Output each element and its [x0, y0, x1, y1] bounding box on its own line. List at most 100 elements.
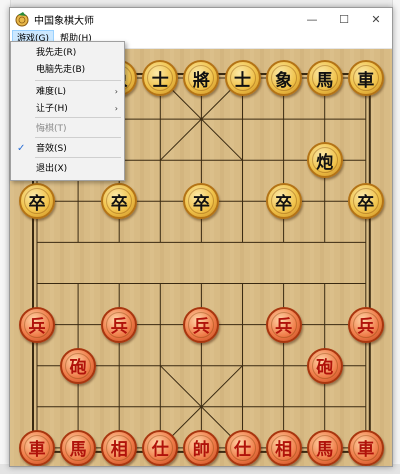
submenu-arrow-icon: › [114, 104, 118, 113]
background-window-right [392, 0, 400, 474]
menu-item[interactable]: 我先走(R) [11, 45, 124, 61]
wood-grain [290, 49, 294, 466]
maximize-button[interactable]: ☐ [328, 8, 360, 30]
window-title: 中国象棋大师 [34, 16, 94, 27]
piece-label: 卒 [28, 193, 46, 214]
piece-label: 士 [151, 70, 169, 91]
checkmark-icon: ✓ [17, 143, 26, 154]
red-piece[interactable]: 相 [265, 429, 302, 466]
wood-grain [230, 49, 234, 466]
piece-label: 車 [28, 440, 46, 461]
piece-label: 兵 [357, 317, 375, 338]
black-piece[interactable]: 車 [347, 60, 384, 96]
wood-grain [260, 49, 264, 466]
piece-label: 卒 [275, 193, 293, 214]
menu-separator [35, 157, 121, 158]
minimize-button[interactable]: — [296, 8, 328, 30]
wood-grain [220, 49, 224, 466]
menu-item-label: 退出(X) [36, 164, 68, 174]
red-piece[interactable]: 仕 [224, 429, 261, 466]
menu-separator [35, 137, 121, 138]
wood-grain [170, 49, 174, 466]
wood-grain [300, 49, 304, 466]
wood-grain [390, 49, 392, 466]
titlebar: 中国象棋大师 — ☐ ✕ [10, 8, 392, 30]
piece-label: 士 [234, 70, 251, 91]
piece-label: 象 [275, 70, 293, 91]
piece-label: 炮 [316, 152, 334, 173]
wood-grain [130, 49, 134, 466]
piece-label: 仕 [234, 440, 251, 461]
red-soldier[interactable]: 兵 [347, 306, 384, 343]
close-button[interactable]: ✕ [360, 8, 392, 30]
red-soldier[interactable]: 兵 [265, 306, 302, 343]
wood-grain [150, 49, 154, 466]
menu-item-label: 让子(H) [36, 104, 68, 114]
wood-grain [320, 49, 324, 466]
wood-grain [360, 49, 364, 466]
red-piece[interactable]: 車 [347, 429, 384, 466]
piece-label: 車 [357, 440, 375, 461]
red-cannon[interactable]: 砲 [306, 347, 343, 384]
piece-label: 卒 [357, 193, 375, 214]
menu-item[interactable]: 难度(L) › [11, 84, 124, 100]
wood-grain [330, 49, 334, 466]
red-cannon[interactable]: 砲 [60, 347, 97, 384]
piece-label: 馬 [69, 440, 87, 461]
menu-item: 悔棋(T) [11, 121, 124, 137]
piece-label: 車 [357, 70, 375, 91]
piece-label: 馬 [316, 440, 334, 461]
black-cannon[interactable]: 炮 [306, 142, 343, 179]
piece-label: 兵 [110, 317, 128, 338]
black-soldier[interactable]: 卒 [265, 183, 302, 220]
menu-item[interactable]: 电脑先走(B) [11, 62, 124, 78]
menu-item-label: 我先走(R) [36, 48, 77, 58]
red-soldier[interactable]: 兵 [183, 306, 220, 343]
menu-item-label: 音效(S) [36, 144, 67, 154]
wood-grain [210, 49, 214, 466]
wood-grain [380, 49, 384, 466]
red-piece[interactable]: 馬 [60, 429, 97, 466]
piece-label: 將 [192, 70, 210, 91]
red-soldier[interactable]: 兵 [19, 306, 55, 343]
red-piece[interactable]: 相 [101, 429, 138, 466]
menu-separator [35, 80, 121, 81]
piece-label: 仕 [151, 440, 169, 461]
wood-grain [140, 49, 144, 466]
piece-label: 砲 [316, 358, 334, 379]
red-soldier[interactable]: 兵 [101, 306, 138, 343]
piece-label: 兵 [28, 317, 46, 338]
piece-label: 相 [275, 440, 293, 461]
menu-separator [35, 117, 121, 118]
piece-label: 馬 [316, 70, 334, 91]
app-icon [15, 12, 29, 27]
minimize-icon: — [306, 12, 318, 26]
piece-label: 砲 [69, 358, 87, 379]
piece-label: 兵 [192, 317, 210, 338]
menu-item[interactable]: ✓ 音效(S) [11, 141, 124, 157]
wood-grain [200, 49, 204, 466]
black-piece[interactable]: 象 [265, 60, 302, 96]
menu-item-label: 难度(L) [36, 87, 67, 97]
red-piece[interactable]: 車 [19, 429, 55, 466]
piece-label: 兵 [275, 317, 293, 338]
piece-label: 卒 [110, 193, 128, 214]
menu-item[interactable]: 退出(X) [11, 161, 124, 177]
menu-item-label: 悔棋(T) [36, 124, 67, 134]
piece-label: 卒 [192, 193, 210, 214]
submenu-arrow-icon: › [114, 87, 118, 96]
menu-item[interactable]: 让子(H) › [11, 101, 124, 117]
wood-grain [350, 49, 354, 466]
piece-label: 相 [110, 440, 128, 461]
wood-grain [180, 49, 184, 466]
black-soldier[interactable]: 卒 [347, 183, 384, 220]
wood-grain [340, 49, 344, 466]
red-piece[interactable]: 仕 [142, 429, 179, 466]
game-menu-dropdown: 我先走(R) 电脑先走(B) 难度(L) › 让子(H) › 悔棋(T) ✓ 音效(S) 退出(X… [10, 41, 125, 181]
black-piece[interactable]: 士 [224, 60, 261, 96]
black-piece[interactable]: 馬 [306, 60, 343, 96]
wood-grain [250, 49, 254, 466]
close-icon: ✕ [371, 12, 381, 26]
piece-label: 帥 [192, 440, 210, 461]
red-piece[interactable]: 馬 [306, 429, 343, 466]
